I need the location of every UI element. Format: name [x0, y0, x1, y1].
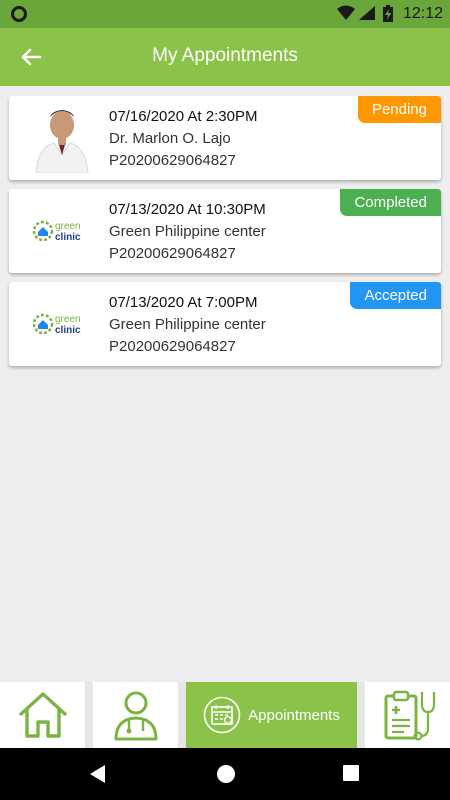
- appointment-provider: Green Philippine center: [109, 223, 266, 240]
- status-bar: 12:12: [0, 0, 450, 28]
- clinic-logo-line1: green: [55, 314, 81, 325]
- status-badge: Accepted: [350, 282, 441, 309]
- nav-home[interactable]: [0, 682, 85, 748]
- home-icon: [18, 692, 67, 738]
- status-badge: Pending: [357, 96, 441, 123]
- appointment-card[interactable]: green clinic 07/13/2020 At 10:30PM Green…: [9, 189, 441, 273]
- appointment-code: P20200629064827: [109, 152, 236, 169]
- notification-circle-icon: [11, 6, 27, 22]
- home-circle-icon[interactable]: [216, 764, 236, 784]
- green-clinic-logo: green clinic: [31, 288, 93, 360]
- bottom-nav: Appointments: [0, 682, 450, 748]
- appointment-datetime: 07/16/2020 At 2:30PM: [109, 108, 258, 125]
- app-bar: My Appointments: [0, 28, 450, 86]
- wifi-icon: [337, 5, 355, 20]
- system-nav-bar: [0, 748, 450, 800]
- nav-appointments[interactable]: Appointments: [186, 682, 357, 748]
- appointment-card[interactable]: green clinic 07/13/2020 At 7:00PM Green …: [9, 282, 441, 366]
- nav-records[interactable]: [365, 682, 450, 748]
- green-clinic-logo: green clinic: [31, 195, 93, 267]
- recents-square-icon[interactable]: [343, 765, 359, 781]
- doctor-photo: [31, 102, 93, 174]
- clinic-logo-line2: clinic: [55, 232, 81, 243]
- signal-icon: [359, 6, 375, 20]
- appointment-datetime: 07/13/2020 At 10:30PM: [109, 201, 266, 218]
- status-badge: Completed: [340, 189, 441, 216]
- battery-charging-icon: [383, 5, 393, 22]
- calendar-icon: [203, 696, 241, 734]
- appointment-code: P20200629064827: [109, 245, 236, 262]
- appointment-datetime: 07/13/2020 At 7:00PM: [109, 294, 258, 311]
- clinic-logo-line1: green: [55, 221, 81, 232]
- appointment-provider: Green Philippine center: [109, 316, 266, 333]
- doctor-icon: [114, 691, 157, 741]
- nav-doctors[interactable]: [93, 682, 178, 748]
- status-time: 12:12: [403, 5, 444, 22]
- page-title: My Appointments: [152, 45, 298, 66]
- appointment-card[interactable]: 07/16/2020 At 2:30PM Dr. Marlon O. Lajo …: [9, 96, 441, 180]
- nav-appointments-label: Appointments: [248, 706, 340, 724]
- clinic-logo-line2: clinic: [55, 325, 81, 336]
- appointment-provider: Dr. Marlon O. Lajo: [109, 130, 231, 147]
- appointment-code: P20200629064827: [109, 338, 236, 355]
- back-triangle-icon[interactable]: [90, 765, 106, 783]
- clipboard-stethoscope-icon: [384, 690, 435, 741]
